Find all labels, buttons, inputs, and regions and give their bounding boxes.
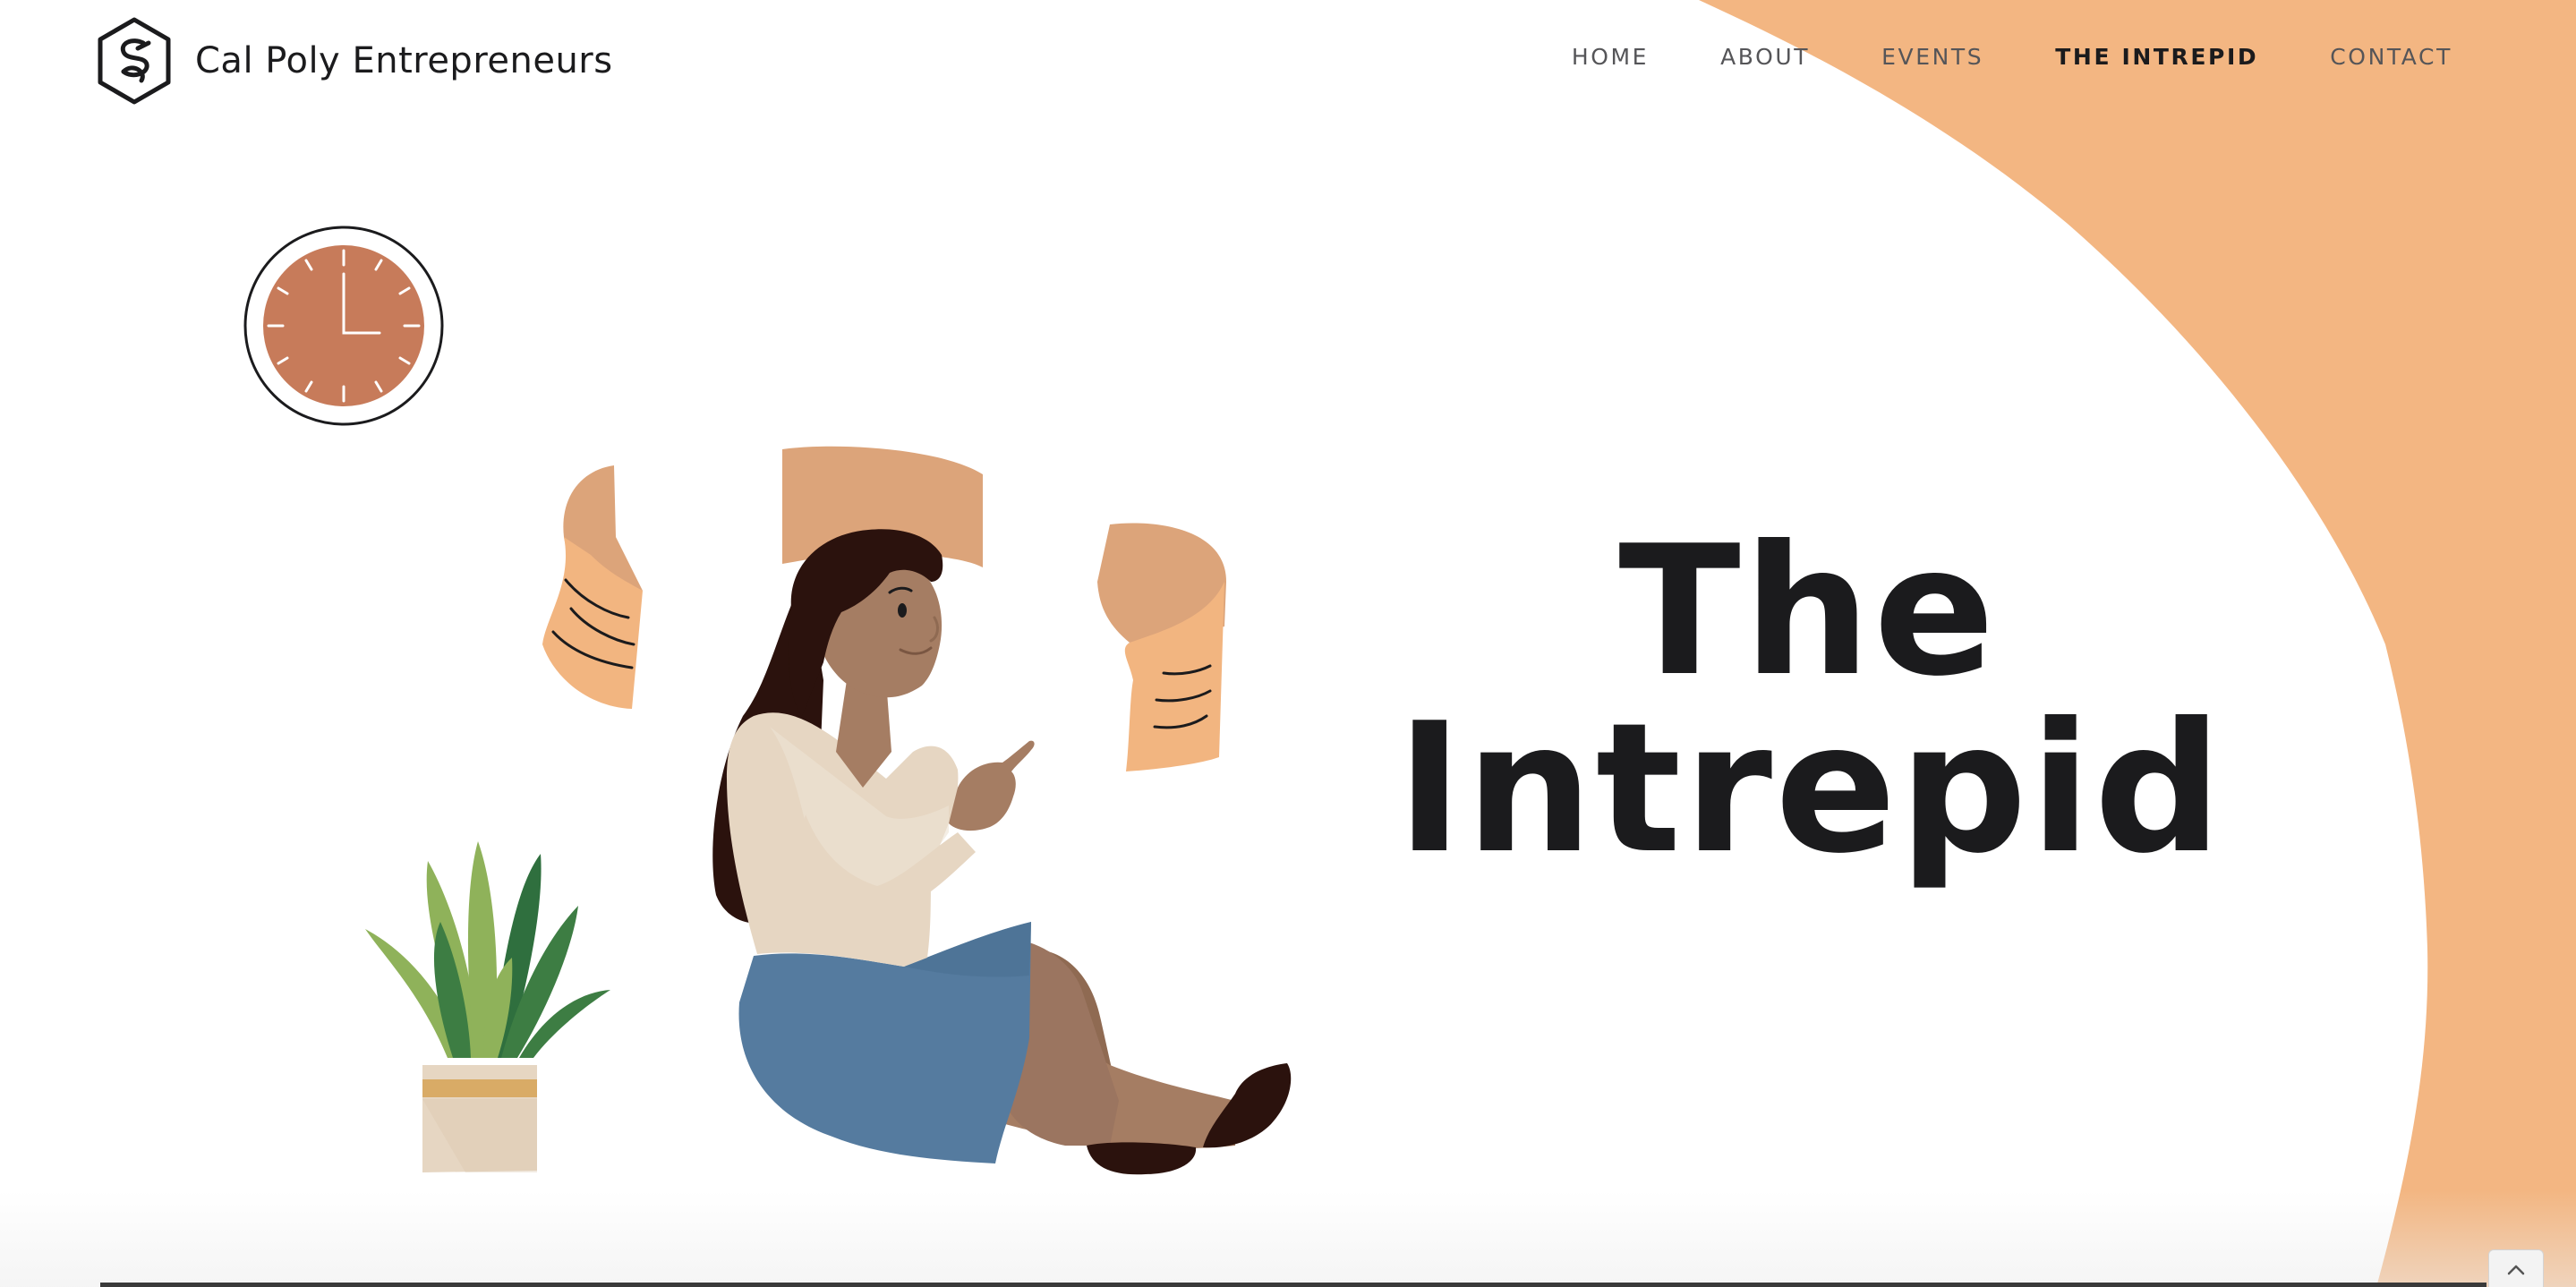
wall-clock-icon — [243, 226, 444, 426]
page: Cal Poly Entrepreneurs HOME ABOUT EVENTS… — [0, 0, 2576, 1287]
hero-title: The Intrepid — [1396, 507, 2225, 893]
bottom-divider — [100, 1283, 2486, 1287]
floating-paper-left — [542, 465, 643, 709]
bottom-shadow — [0, 1190, 2576, 1287]
back-to-top-button[interactable] — [2488, 1249, 2544, 1287]
hero-title-line-1: The — [1618, 507, 1998, 716]
hero-title-line-2: Intrepid — [1396, 685, 2225, 893]
floating-paper-right — [1097, 523, 1226, 771]
chevron-up-icon — [2507, 1265, 2525, 1275]
potted-plant — [365, 841, 610, 1172]
